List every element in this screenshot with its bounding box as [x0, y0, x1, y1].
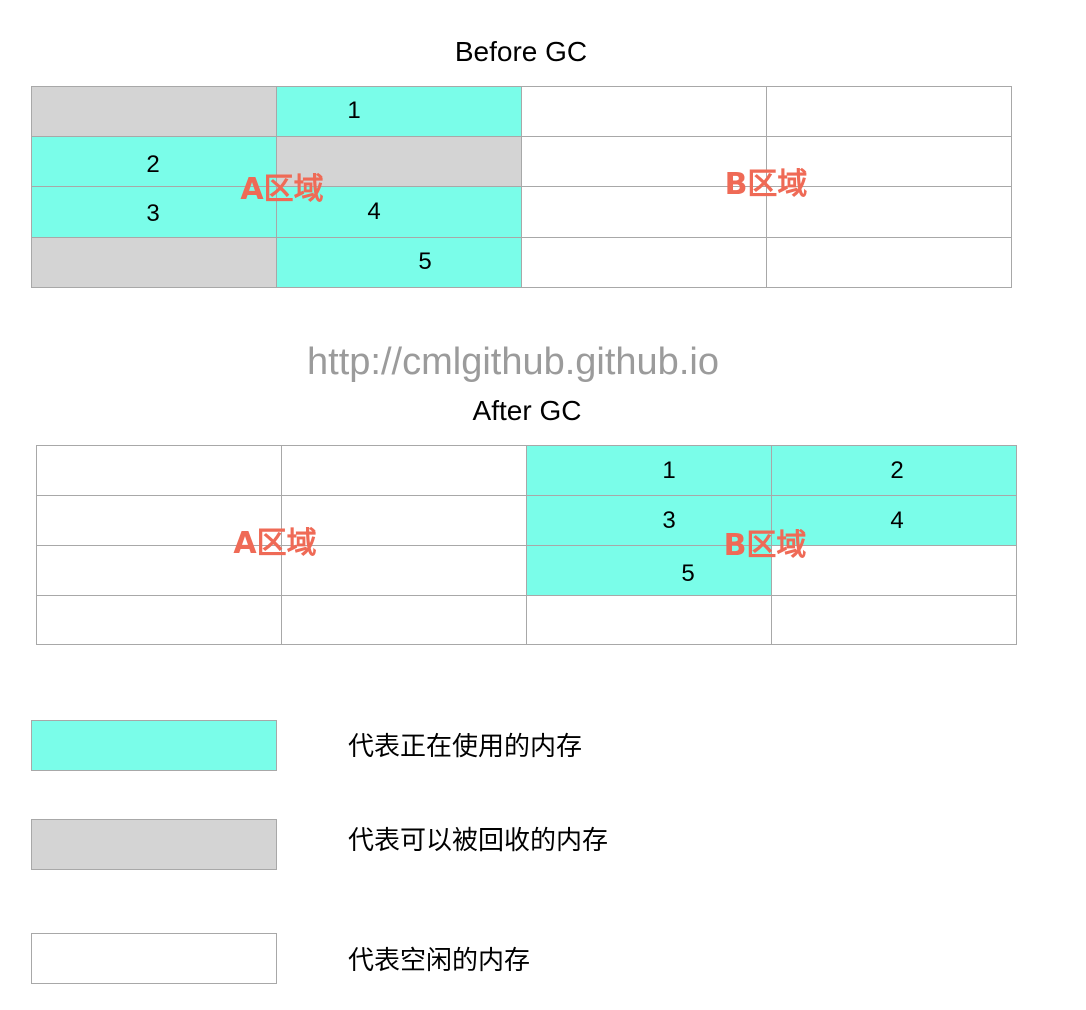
after-cell-r0c2	[526, 445, 772, 496]
before-object-3: 3	[146, 200, 160, 227]
before-object-4: 4	[367, 198, 381, 225]
after-cell-r0c0	[36, 445, 282, 496]
before-cell-r0c0	[31, 86, 277, 137]
after-cell-r1c1	[281, 495, 527, 546]
before-cell-r3c3	[766, 237, 1012, 288]
after-region-a-label: A区域	[233, 526, 317, 561]
after-object-1: 1	[662, 457, 676, 484]
legend-label-used: 代表正在使用的内存	[348, 732, 583, 762]
legend-swatch-reclaimable	[31, 819, 277, 870]
after-cell-r3c2	[526, 595, 772, 645]
after-cell-r2c1	[281, 545, 527, 596]
after-cell-r0c1	[281, 445, 527, 496]
legend-swatch-used	[31, 720, 277, 771]
after-cell-r2c3	[771, 545, 1017, 596]
after-gc-grid: 1 2 3 4 5 A区域 B区域	[36, 445, 1017, 645]
before-cell-r3c2	[521, 237, 767, 288]
before-cell-r0c3	[766, 86, 1012, 137]
legend-label-reclaimable: 代表可以被回收的内存	[348, 826, 609, 856]
legend-swatch-free	[31, 933, 277, 984]
before-region-b-label: B区域	[724, 167, 808, 202]
before-object-1: 1	[347, 97, 361, 124]
after-cell-r3c1	[281, 595, 527, 645]
before-gc-title: Before GC	[454, 36, 588, 67]
after-object-3: 3	[662, 507, 676, 534]
before-cell-r0c1	[276, 86, 522, 137]
after-object-4: 4	[890, 507, 904, 534]
before-cell-r3c0	[31, 237, 277, 288]
before-region-a-label: A区域	[240, 172, 324, 207]
after-object-2: 2	[890, 457, 904, 484]
before-gc-grid: 1 2 3 4 5 A区域 B区域	[31, 86, 1012, 288]
after-gc-title: After GC	[472, 395, 582, 426]
before-cell-r0c2	[521, 86, 767, 137]
after-cell-r3c3	[771, 595, 1017, 645]
after-region-b-label: B区域	[723, 528, 807, 563]
before-object-5: 5	[418, 248, 432, 275]
before-object-2: 2	[146, 151, 160, 178]
before-cell-r3c1	[276, 237, 522, 288]
after-object-5: 5	[681, 560, 695, 587]
watermark-url: http://cmlgithub.github.io	[307, 341, 719, 383]
after-cell-r3c0	[36, 595, 282, 645]
legend-label-free: 代表空闲的内存	[348, 946, 531, 976]
